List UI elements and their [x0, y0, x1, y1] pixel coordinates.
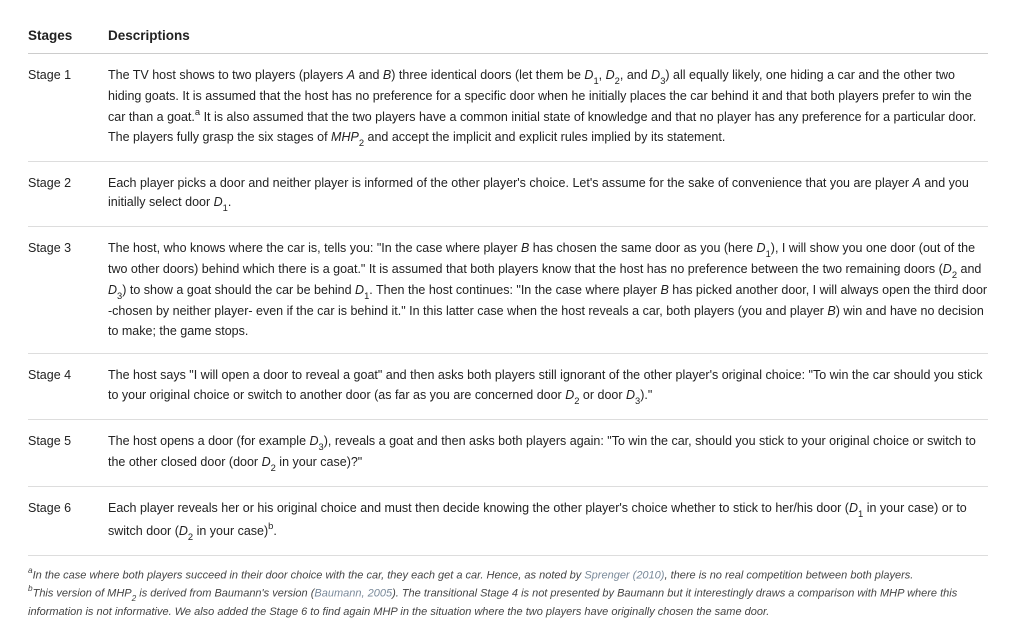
footnote: bThis version of MHP2 is derived from Ba…	[28, 584, 988, 621]
stage-description: The host opens a door (for example D3), …	[108, 419, 988, 486]
table-row: Stage 5The host opens a door (for exampl…	[28, 419, 988, 486]
stage-description: The host says "I will open a door to rev…	[108, 354, 988, 419]
header-descriptions: Descriptions	[108, 20, 988, 54]
stage-label: Stage 1	[28, 54, 108, 162]
stages-table: Stages Descriptions Stage 1The TV host s…	[28, 20, 988, 556]
stage-label: Stage 3	[28, 227, 108, 354]
stage-description: Each player reveals her or his original …	[108, 486, 988, 555]
stage-label: Stage 6	[28, 486, 108, 555]
stage-description: The host, who knows where the car is, te…	[108, 227, 988, 354]
footnotes: aIn the case where both players succeed …	[28, 566, 988, 621]
stage-description: Each player picks a door and neither pla…	[108, 161, 988, 226]
header-stages: Stages	[28, 20, 108, 54]
stage-label: Stage 4	[28, 354, 108, 419]
table-row: Stage 1The TV host shows to two players …	[28, 54, 988, 162]
stage-label: Stage 2	[28, 161, 108, 226]
table-row: Stage 2Each player picks a door and neit…	[28, 161, 988, 226]
table-row: Stage 6Each player reveals her or his or…	[28, 486, 988, 555]
footnote: aIn the case where both players succeed …	[28, 566, 988, 584]
table-row: Stage 3The host, who knows where the car…	[28, 227, 988, 354]
stage-label: Stage 5	[28, 419, 108, 486]
stage-description: The TV host shows to two players (player…	[108, 54, 988, 162]
table-row: Stage 4The host says "I will open a door…	[28, 354, 988, 419]
